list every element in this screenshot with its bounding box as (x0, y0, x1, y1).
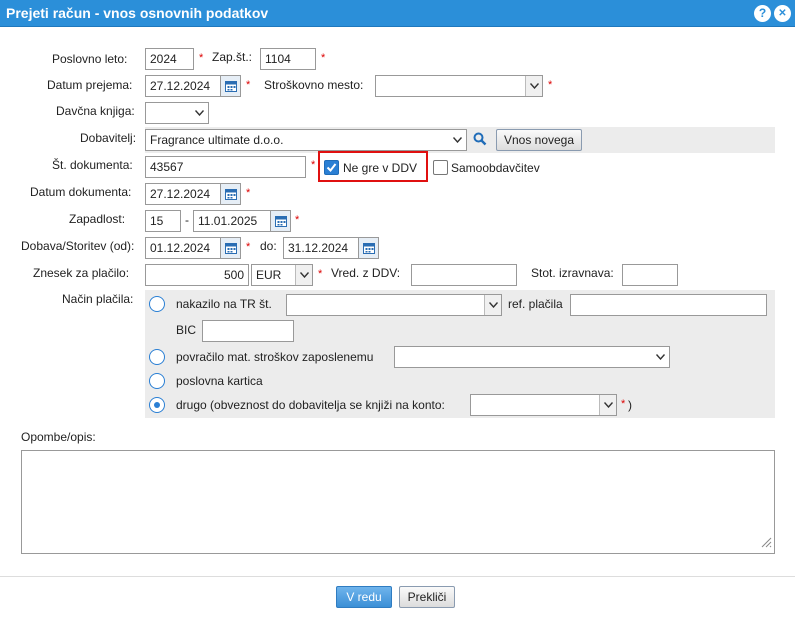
required-mark: * (311, 159, 316, 171)
stroskovno-mesto-label: Stroškovno mesto: (264, 78, 364, 92)
davcna-knjiga-select[interactable] (145, 102, 209, 124)
required-mark: * (548, 79, 553, 91)
poslovno-leto-input[interactable]: 2024 (145, 48, 194, 70)
nakazilo-radio[interactable] (149, 296, 165, 312)
close-icon[interactable]: ✕ (774, 5, 791, 22)
davcna-knjiga-label: Davčna knjiga: (56, 104, 135, 118)
chevron-down-icon (525, 76, 542, 96)
calendar-icon[interactable] (359, 237, 379, 259)
ne-gre-v-ddv-checkbox[interactable] (324, 160, 339, 175)
st-dokumenta-input[interactable]: 43567 (145, 156, 306, 178)
nacin-placila-label: Način plačila: (62, 292, 134, 306)
required-mark: * (246, 79, 251, 91)
calendar-icon[interactable] (221, 183, 241, 205)
bic-label: BIC (176, 323, 197, 337)
datum-prejema-input[interactable]: 27.12.2024 (145, 75, 221, 97)
chevron-down-icon (191, 103, 208, 123)
calendar-icon[interactable] (221, 75, 241, 97)
povracilo-label: povračilo mat. stroškov zaposlenemu (176, 350, 374, 364)
drugo-label: drugo (obveznost do dobavitelja se knjiž… (176, 398, 445, 412)
vred-z-ddv-input[interactable] (411, 264, 517, 286)
checkmark-icon (326, 163, 337, 173)
opombe-textarea[interactable] (21, 450, 775, 554)
znesek-input[interactable]: 500 (145, 264, 249, 286)
ref-placila-label: ref. plačila (508, 297, 563, 311)
dobava-to-input[interactable]: 31.12.2024 (283, 237, 359, 259)
kartica-radio[interactable] (149, 373, 165, 389)
help-icon[interactable]: ? (754, 5, 771, 22)
zap-st-label: Zap.št.: (212, 50, 253, 64)
resize-grip-icon[interactable] (760, 536, 772, 551)
required-mark: * (246, 241, 251, 253)
stot-izravnava-label: Stot. izravnava: (531, 266, 614, 280)
nakazilo-tr-select[interactable] (286, 294, 502, 316)
chevron-down-icon (652, 347, 669, 367)
dialog-title-bar: Prejeti račun - vnos osnovnih podatkov ?… (0, 0, 795, 27)
dobavitelj-select[interactable]: Fragrance ultimate d.o.o. (145, 129, 467, 151)
opombe-label: Opombe/opis: (21, 430, 96, 444)
drugo-radio[interactable] (149, 397, 165, 413)
znesek-label: Znesek za plačilo: (33, 266, 130, 280)
calendar-icon[interactable] (271, 210, 291, 232)
drugo-closing-paren: ) (628, 398, 632, 412)
dobava-from-input[interactable]: 01.12.2024 (145, 237, 221, 259)
datum-dokumenta-label: Datum dokumenta: (30, 185, 132, 199)
ref-placila-input[interactable] (570, 294, 767, 316)
zapadlost-label: Zapadlost: (69, 212, 126, 226)
samoobdavcitev-checkbox[interactable] (433, 160, 448, 175)
samoobdavcitev-label: Samoobdavčitev (451, 161, 540, 175)
dobavitelj-label: Dobavitelj: (80, 131, 137, 145)
bic-input[interactable] (202, 320, 294, 342)
ne-gre-v-ddv-label: Ne gre v DDV (343, 161, 418, 175)
dobava-do-label: do: (260, 239, 277, 253)
datum-prejema-label: Datum prejema: (47, 78, 133, 92)
calendar-icon[interactable] (221, 237, 241, 259)
vred-z-ddv-label: Vred. z DDV: (331, 266, 401, 280)
required-mark: * (621, 398, 626, 410)
stot-izravnava-input[interactable] (622, 264, 678, 286)
dialog-title: Prejeti račun - vnos osnovnih podatkov (6, 5, 269, 21)
kartica-label: poslovna kartica (176, 374, 263, 388)
povracilo-radio[interactable] (149, 349, 165, 365)
required-mark: * (321, 52, 326, 64)
chevron-down-icon (599, 395, 616, 415)
chevron-down-icon (295, 265, 312, 285)
chevron-down-icon (484, 295, 501, 315)
vnos-novega-button[interactable]: Vnos novega (496, 129, 582, 151)
poslovno-leto-label: Poslovno leto: (52, 52, 128, 66)
required-mark: * (318, 268, 323, 280)
zapadlost-separator: - (185, 213, 189, 227)
zap-st-input[interactable]: 1104 (260, 48, 316, 70)
datum-dokumenta-input[interactable]: 27.12.2024 (145, 183, 221, 205)
preklici-button[interactable]: Prekliči (399, 586, 455, 608)
konto-select[interactable] (470, 394, 617, 416)
nakazilo-label: nakazilo na TR št. (176, 297, 272, 311)
required-mark: * (295, 214, 300, 226)
zapadlost-date-input[interactable]: 11.01.2025 (193, 210, 271, 232)
v-redu-button[interactable]: V redu (336, 586, 392, 608)
search-icon[interactable] (473, 132, 487, 149)
footer-divider (0, 576, 795, 577)
dobava-label: Dobava/Storitev (od): (21, 239, 135, 253)
zaposleni-select[interactable] (394, 346, 670, 368)
stroskovno-mesto-select[interactable] (375, 75, 543, 97)
required-mark: * (199, 52, 204, 64)
required-mark: * (246, 187, 251, 199)
chevron-down-icon (449, 130, 466, 150)
currency-select[interactable]: EUR (251, 264, 313, 286)
zapadlost-days-input[interactable]: 15 (145, 210, 181, 232)
st-dokumenta-label: Št. dokumenta: (52, 158, 133, 172)
